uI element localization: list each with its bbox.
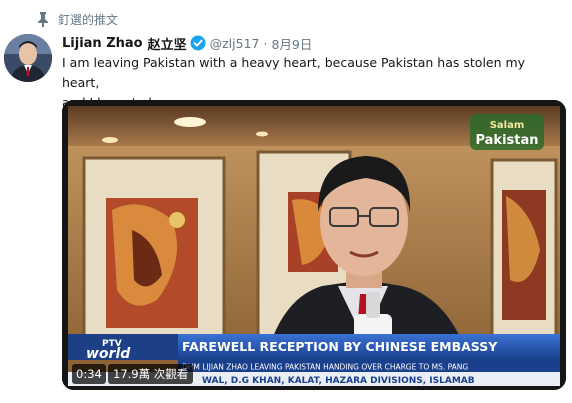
- video-player[interactable]: Salam Pakistan PTV world FAREWELL RECEPT…: [62, 100, 566, 390]
- pinned-tweet-label: 釘選的推文: [36, 10, 118, 28]
- video-views-badge: 17.9萬 次觀看: [108, 364, 194, 384]
- tweet-header: Lijian Zhao 赵立坚 @zlj517 · 8月9日: [62, 33, 312, 53]
- avatar[interactable]: [4, 34, 52, 82]
- author-handle[interactable]: @zlj517: [210, 36, 260, 51]
- tweet-date[interactable]: 8月9日: [271, 34, 312, 53]
- headline-text: FAREWELL RECEPTION BY CHINESE EMBASSY: [182, 339, 498, 354]
- verified-badge-icon: [190, 35, 206, 51]
- pinned-label-text: 釘選的推文: [58, 12, 119, 27]
- pin-icon: [36, 11, 50, 27]
- corner-logo-bottom: Pakistan: [475, 133, 538, 148]
- subline-text: DHM LIJIAN ZHAO LEAVING PAKISTAN HANDING…: [182, 363, 468, 372]
- author-name[interactable]: Lijian Zhao: [62, 36, 143, 51]
- video-duration-badge: 0:34: [72, 364, 106, 384]
- separator-dot: ·: [263, 35, 268, 51]
- channel-logo-bottom: world: [86, 346, 131, 362]
- ticker-text: WAL, D.G KHAN, KALAT, HAZARA DIVISIONS, …: [202, 376, 475, 386]
- corner-logo-top: Salam: [490, 120, 525, 131]
- tweet-text-line-1: I am leaving Pakistan with a heavy heart…: [62, 55, 526, 90]
- author-name-cjk[interactable]: 赵立坚: [148, 34, 187, 53]
